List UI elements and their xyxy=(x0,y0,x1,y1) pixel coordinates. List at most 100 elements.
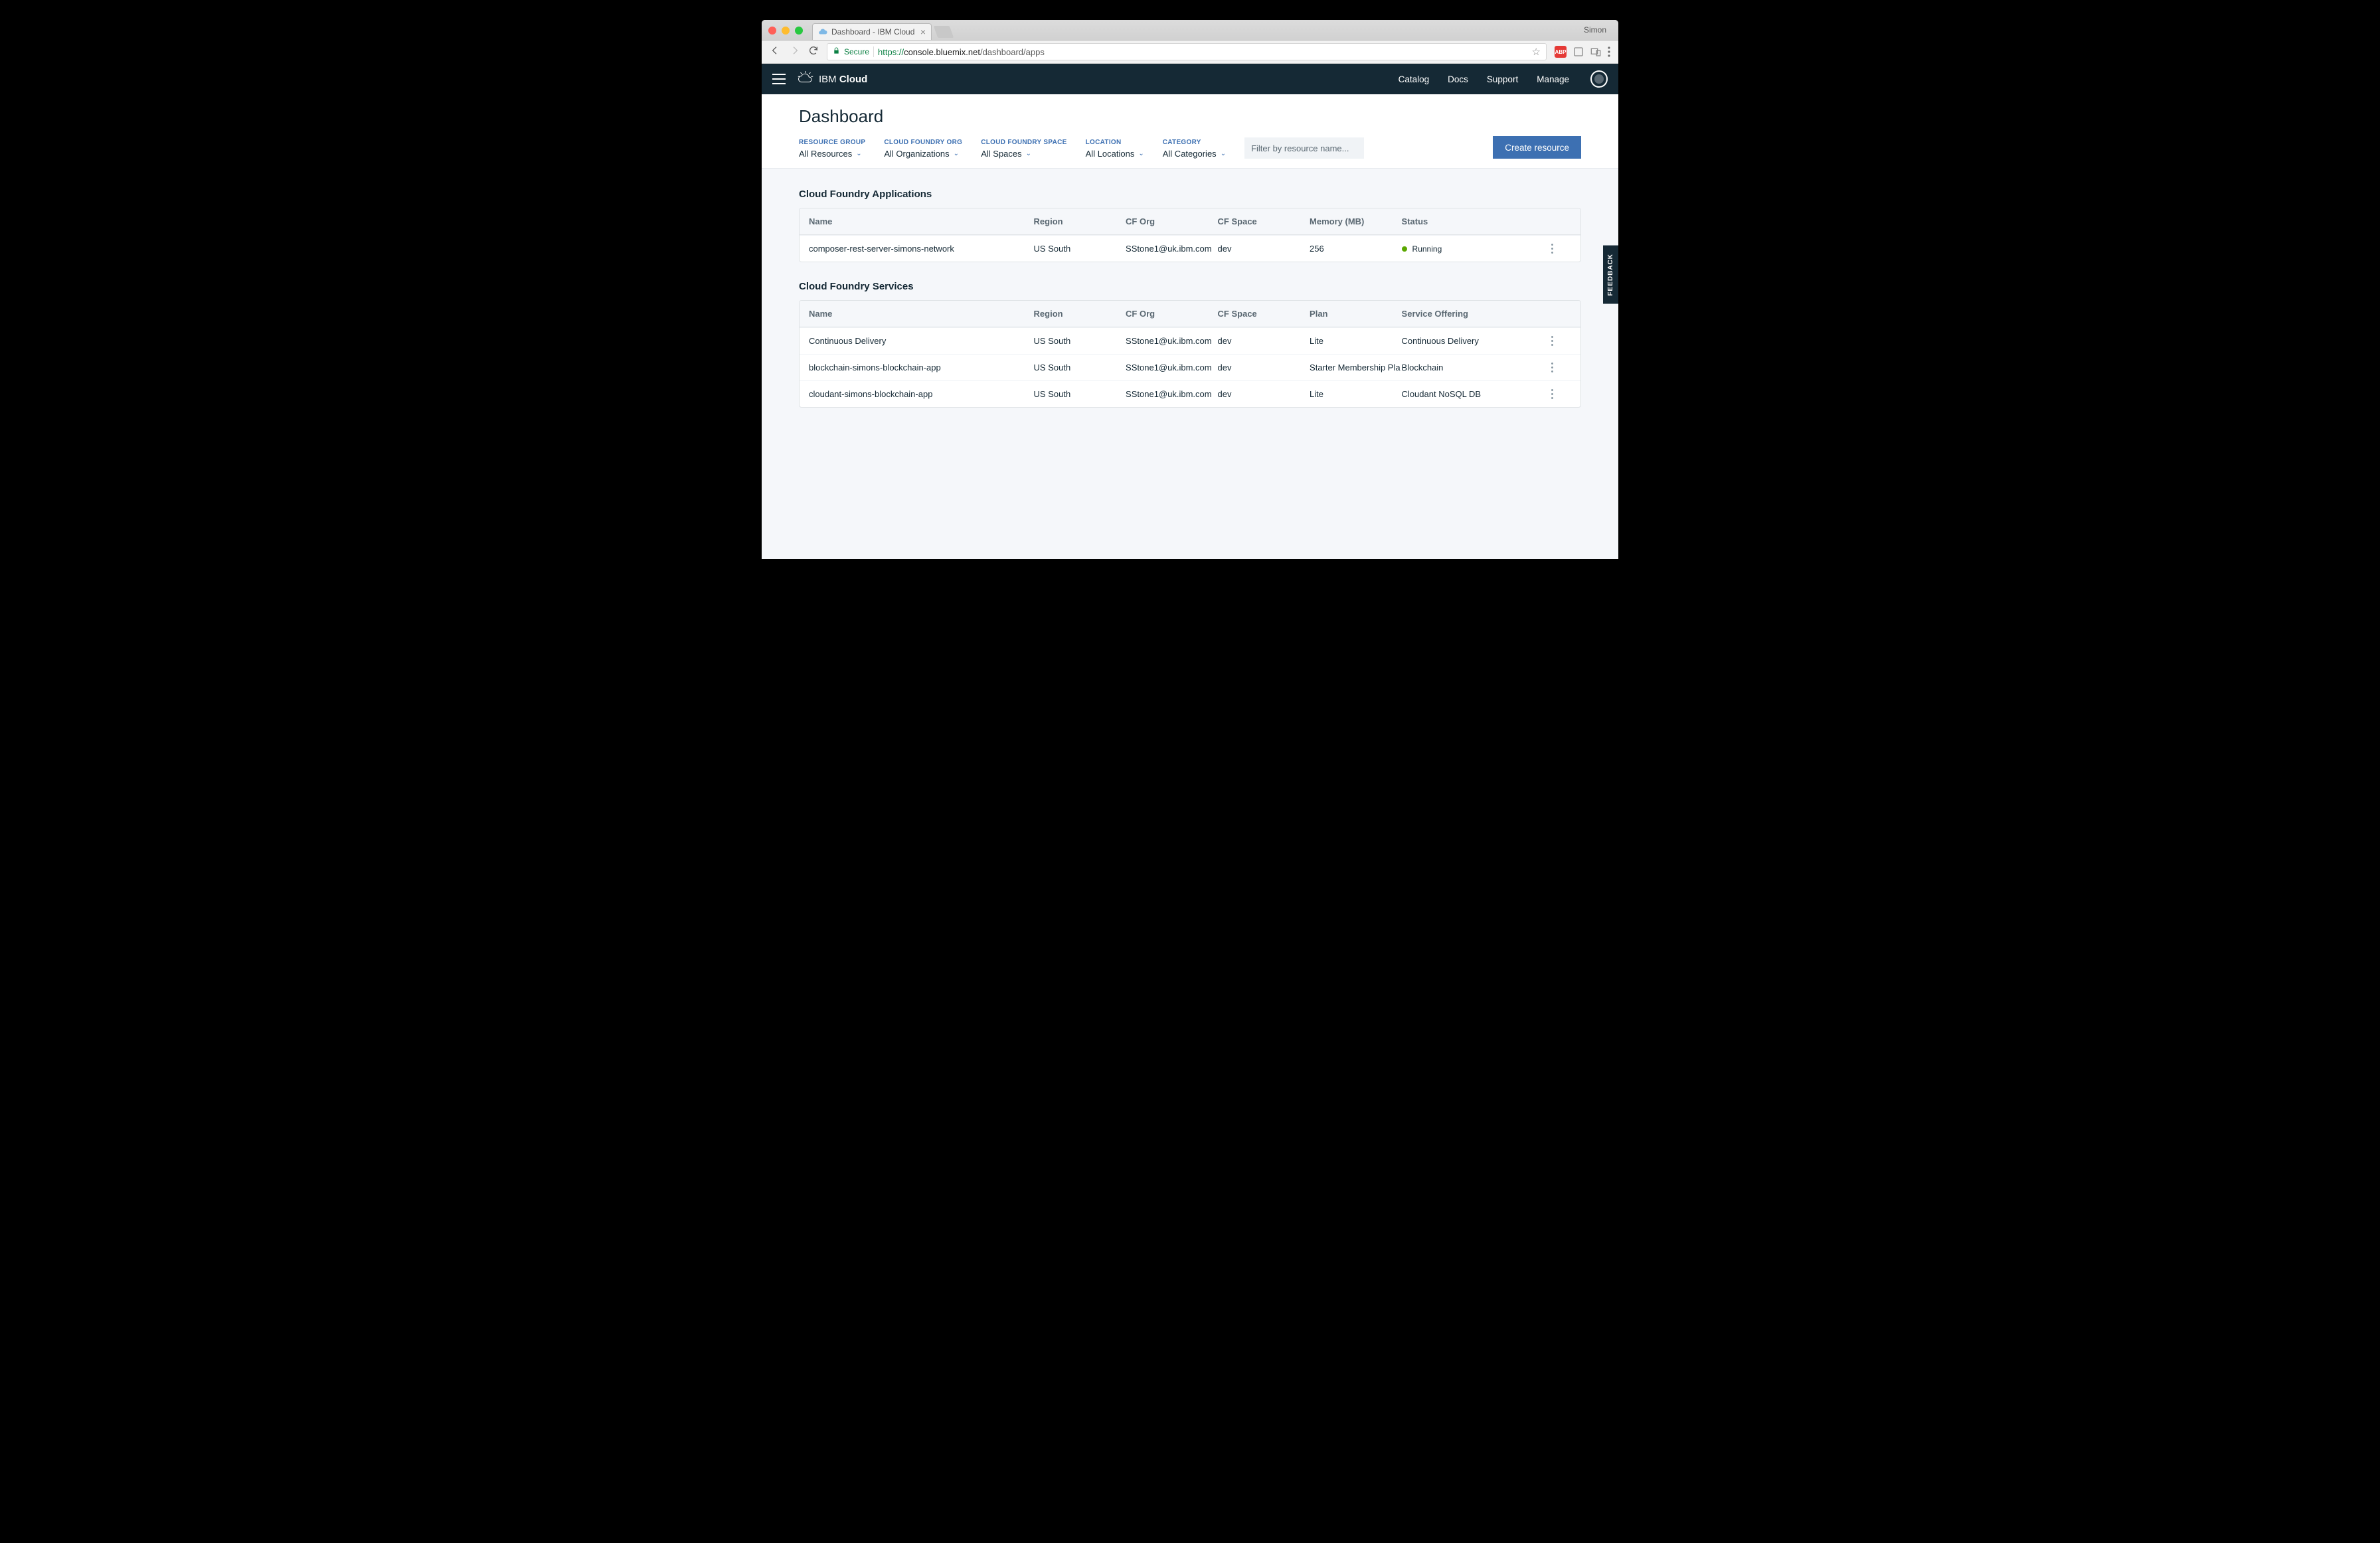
cell-plan: Lite xyxy=(1310,389,1402,399)
row-actions-icon[interactable] xyxy=(1545,389,1561,399)
zoom-window-icon[interactable] xyxy=(795,27,803,35)
cell-region: US South xyxy=(1034,244,1126,254)
filter-label: LOCATION xyxy=(1086,139,1144,146)
close-window-icon[interactable] xyxy=(768,27,776,35)
col-region: Region xyxy=(1034,216,1126,226)
cell-plan: Starter Membership Pla xyxy=(1310,363,1402,372)
filter-location[interactable]: LOCATION All Locations⌄ xyxy=(1086,139,1144,159)
window-controls[interactable] xyxy=(768,27,803,35)
url-path: /dashboard/apps xyxy=(980,47,1045,57)
nav-support[interactable]: Support xyxy=(1487,74,1518,84)
omnibox-separator xyxy=(873,46,874,57)
brand-text[interactable]: IBM Cloud xyxy=(819,74,867,85)
tab-title: Dashboard - IBM Cloud xyxy=(831,27,914,37)
cell-name: composer-rest-server-simons-network xyxy=(809,244,1034,254)
minimize-window-icon[interactable] xyxy=(782,27,790,35)
col-cf-space: CF Space xyxy=(1218,309,1310,319)
filter-cf-org[interactable]: CLOUD FOUNDRY ORG All Organizations⌄ xyxy=(884,139,962,159)
cell-offering: Continuous Delivery xyxy=(1402,336,1545,346)
cell-space: dev xyxy=(1218,336,1310,346)
browser-window: Dashboard - IBM Cloud × Simon Secure htt… xyxy=(762,20,1618,559)
filter-label: RESOURCE GROUP xyxy=(799,139,865,146)
chevron-down-icon: ⌄ xyxy=(954,150,959,157)
filter-label: CATEGORY xyxy=(1163,139,1226,146)
filter-category[interactable]: CATEGORY All Categories⌄ xyxy=(1163,139,1226,159)
cell-space: dev xyxy=(1218,363,1310,372)
nav-manage[interactable]: Manage xyxy=(1537,74,1569,84)
devtools-extension-icon[interactable] xyxy=(1573,46,1584,57)
status-dot-icon xyxy=(1402,246,1407,252)
cell-plan: Lite xyxy=(1310,336,1402,346)
close-tab-icon[interactable]: × xyxy=(920,27,926,37)
app-header: IBM Cloud Catalog Docs Support Manage xyxy=(762,64,1618,94)
cell-space: dev xyxy=(1218,389,1310,399)
table-row[interactable]: composer-rest-server-simons-network US S… xyxy=(800,235,1580,262)
nav-catalog[interactable]: Catalog xyxy=(1399,74,1430,84)
page-title: Dashboard xyxy=(799,106,1581,127)
row-actions-icon[interactable] xyxy=(1545,363,1561,372)
lock-icon xyxy=(833,46,840,57)
ibm-cloud-logo-icon xyxy=(798,71,813,87)
col-offering: Service Offering xyxy=(1402,309,1545,319)
cell-region: US South xyxy=(1034,363,1126,372)
secure-label: Secure xyxy=(844,47,869,56)
services-section-title: Cloud Foundry Services xyxy=(799,281,1581,292)
cell-status: Running xyxy=(1402,244,1545,254)
filter-row: RESOURCE GROUP All Resources⌄ CLOUD FOUN… xyxy=(799,136,1581,159)
new-tab-button[interactable] xyxy=(934,26,954,38)
col-name: Name xyxy=(809,216,1034,226)
cell-name: Continuous Delivery xyxy=(809,336,1034,346)
filter-cf-space[interactable]: CLOUD FOUNDRY SPACE All Spaces⌄ xyxy=(981,139,1066,159)
abp-extension-icon[interactable]: ABP xyxy=(1555,46,1567,58)
browser-tab[interactable]: Dashboard - IBM Cloud × xyxy=(812,23,932,40)
cell-org: SStone1@uk.ibm.com xyxy=(1126,363,1218,372)
reload-button[interactable] xyxy=(808,45,819,59)
cell-memory: 256 xyxy=(1310,244,1402,254)
col-memory: Memory (MB) xyxy=(1310,216,1402,226)
header-nav: Catalog Docs Support Manage xyxy=(1399,70,1608,88)
chevron-down-icon: ⌄ xyxy=(856,150,861,157)
cell-org: SStone1@uk.ibm.com xyxy=(1126,389,1218,399)
chrome-menu-icon[interactable] xyxy=(1608,46,1610,57)
page-header: Dashboard RESOURCE GROUP All Resources⌄ … xyxy=(762,94,1618,169)
responsive-extension-icon[interactable] xyxy=(1590,46,1601,57)
cell-name: cloudant-simons-blockchain-app xyxy=(809,389,1034,399)
menu-icon[interactable] xyxy=(772,74,786,84)
cell-offering: Cloudant NoSQL DB xyxy=(1402,389,1545,399)
nav-docs[interactable]: Docs xyxy=(1448,74,1468,84)
feedback-tab[interactable]: FEEDBACK xyxy=(1603,246,1618,304)
filter-label: CLOUD FOUNDRY SPACE xyxy=(981,139,1066,146)
chrome-profile[interactable]: Simon xyxy=(1578,25,1612,35)
back-button[interactable] xyxy=(770,45,780,59)
chevron-down-icon: ⌄ xyxy=(1221,150,1226,157)
address-bar[interactable]: Secure https://console.bluemix.net/dashb… xyxy=(827,43,1547,60)
table-row[interactable]: cloudant-simons-blockchain-app US South … xyxy=(800,380,1580,407)
table-row[interactable]: Continuous Delivery US South SStone1@uk.… xyxy=(800,327,1580,354)
col-cf-org: CF Org xyxy=(1126,309,1218,319)
apps-section-title: Cloud Foundry Applications xyxy=(799,189,1581,200)
col-status: Status xyxy=(1402,216,1545,226)
bookmark-star-icon[interactable]: ☆ xyxy=(1532,46,1541,58)
chevron-down-icon: ⌄ xyxy=(1026,150,1031,157)
page: Dashboard RESOURCE GROUP All Resources⌄ … xyxy=(762,94,1618,559)
cell-offering: Blockchain xyxy=(1402,363,1545,372)
chrome-tab-strip: Dashboard - IBM Cloud × Simon xyxy=(762,20,1618,41)
create-resource-button[interactable]: Create resource xyxy=(1493,136,1581,159)
content-area: Cloud Foundry Applications Name Region C… xyxy=(762,169,1618,453)
row-actions-icon[interactable] xyxy=(1545,336,1561,346)
cell-org: SStone1@uk.ibm.com xyxy=(1126,244,1218,254)
col-plan: Plan xyxy=(1310,309,1402,319)
table-row[interactable]: blockchain-simons-blockchain-app US Sout… xyxy=(800,354,1580,380)
url-host: console.bluemix.net xyxy=(904,47,980,57)
cell-space: dev xyxy=(1218,244,1310,254)
row-actions-icon[interactable] xyxy=(1545,244,1561,254)
forward-button xyxy=(790,45,800,59)
filter-resource-group[interactable]: RESOURCE GROUP All Resources⌄ xyxy=(799,139,865,159)
col-name: Name xyxy=(809,309,1034,319)
user-avatar[interactable] xyxy=(1590,70,1608,88)
table-header: Name Region CF Org CF Space Plan Service… xyxy=(800,301,1580,327)
filter-input[interactable] xyxy=(1244,137,1364,159)
table-header: Name Region CF Org CF Space Memory (MB) … xyxy=(800,208,1580,235)
col-cf-space: CF Space xyxy=(1218,216,1310,226)
col-region: Region xyxy=(1034,309,1126,319)
